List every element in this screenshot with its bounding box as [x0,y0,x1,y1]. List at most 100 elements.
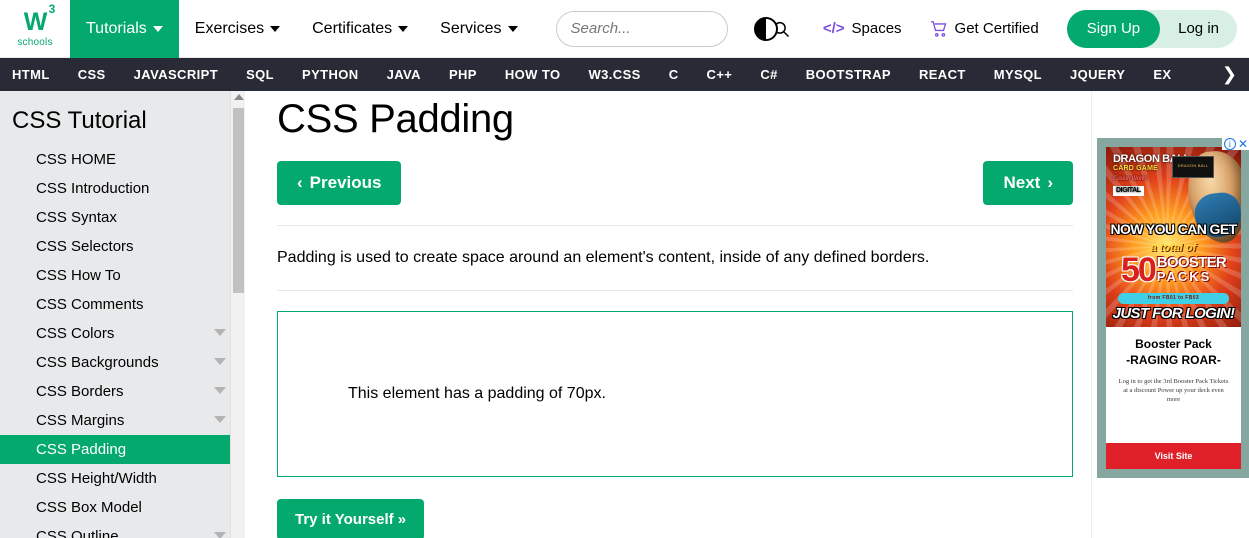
topic-nav-scroll-right-icon[interactable]: ❯ [1215,58,1243,91]
ad-logo-line4: DIGITAL [1113,186,1144,196]
previous-button[interactable]: ‹ Previous [277,161,402,205]
sidebar-item-label: CSS HOME [36,151,117,168]
sidebar-item-label: CSS Backgrounds [36,354,159,371]
sidebar-item-css-backgrounds[interactable]: CSS Backgrounds [0,348,240,377]
sidebar-item-label: CSS Height/Width [36,470,157,487]
sidebar-item-label: CSS Outline [36,528,119,538]
topic-excel[interactable]: EX [1139,58,1185,91]
sidebar-item-css-height-width[interactable]: CSS Height/Width [0,464,240,493]
sidebar-title: CSS Tutorial [12,107,147,134]
search-input[interactable] [570,20,772,37]
nav-item-certificates[interactable]: Certificates [296,0,424,58]
log-in-button[interactable]: Log in [1160,20,1237,37]
sidebar: CSS Tutorial CSS HOME CSS Introduction C… [0,91,240,538]
chevron-down-icon[interactable] [214,532,226,538]
scroll-up-arrow-icon[interactable] [234,94,244,100]
sidebar-scrollbar[interactable] [230,91,245,538]
chevron-down-icon[interactable] [214,358,226,365]
topic-cpp[interactable]: C++ [693,58,747,91]
chevron-down-icon [270,25,281,32]
topic-bootstrap[interactable]: BOOTSTRAP [792,58,905,91]
topic-w3css[interactable]: W3.CSS [574,58,654,91]
topic-php[interactable]: PHP [435,58,491,91]
ad-offer-text: BOOSTER PACKS [1157,255,1227,284]
sidebar-item-css-outline[interactable]: CSS Outline [0,522,240,538]
primary-nav: Tutorials Exercises Certificates Service… [70,0,534,58]
spaces-link[interactable]: </> Spaces [823,20,902,37]
shopping-cart-icon [930,20,946,37]
topic-java[interactable]: JAVA [373,58,435,91]
ad-visit-site-button[interactable]: Visit Site [1106,443,1241,469]
chevron-down-icon [398,25,409,32]
topic-css[interactable]: CSS [64,58,120,91]
topic-how-to[interactable]: HOW TO [491,58,575,91]
sidebar-item-css-comments[interactable]: CSS Comments [0,290,240,319]
sidebar-item-css-selectors[interactable]: CSS Selectors [0,232,240,261]
sidebar-item-css-how-to[interactable]: CSS How To [0,261,240,290]
w3schools-logo[interactable]: W3 schools [0,0,70,58]
site-header: W3 schools Tutorials Exercises Certifica… [0,0,1249,58]
prev-next-row: ‹ Previous Next › [277,161,1073,205]
advertisement-panel: i ✕ DRAGON BALL CARD GAME Fusion World D… [1091,91,1249,538]
get-certified-link[interactable]: Get Certified [930,20,1039,37]
adchoices-controls[interactable]: i ✕ [1221,138,1249,150]
sidebar-item-label: CSS Box Model [36,499,142,516]
chevron-down-icon[interactable] [214,387,226,394]
auth-buttons-group: Sign Up Log in [1066,9,1237,48]
nav-item-tutorials[interactable]: Tutorials [70,0,179,58]
topic-csharp[interactable]: C# [746,58,791,91]
topic-jquery[interactable]: JQUERY [1056,58,1139,91]
previous-button-label: Previous [309,173,382,192]
ad-offer-number: 50 [1120,251,1157,289]
nav-item-tutorials-label: Tutorials [86,19,147,37]
page-title: CSS Padding [277,97,514,141]
scrollbar-thumb[interactable] [233,108,244,293]
chevron-down-icon [152,25,163,32]
sign-up-button[interactable]: Sign Up [1066,9,1161,48]
sidebar-item-css-syntax[interactable]: CSS Syntax [0,203,240,232]
ad-body: Booster Pack -RAGING ROAR- Log in to get… [1106,327,1241,404]
topic-html[interactable]: HTML [0,58,64,91]
code-brackets-icon: </> [822,20,845,37]
ad-info-icon[interactable]: i [1223,138,1236,150]
search-container[interactable] [555,10,789,47]
ad-product-title: Booster Pack [1135,337,1212,351]
sidebar-item-css-padding[interactable]: CSS Padding [0,435,240,464]
try-it-yourself-button[interactable]: Try it Yourself » [277,499,425,538]
topic-react[interactable]: REACT [905,58,980,91]
ad-close-icon[interactable]: ✕ [1238,138,1248,150]
ad-badge: DRAGON BALL [1172,156,1214,178]
sidebar-item-css-colors[interactable]: CSS Colors [0,319,240,348]
sidebar-item-css-borders[interactable]: CSS Borders [0,377,240,406]
sidebar-item-css-home[interactable]: CSS HOME [0,145,240,174]
chevron-down-icon[interactable] [214,416,226,423]
sidebar-item-css-introduction[interactable]: CSS Introduction [0,174,240,203]
topic-python[interactable]: PYTHON [288,58,373,91]
padding-demo-text: This element has a padding of 70px. [348,385,606,402]
topic-mysql[interactable]: MYSQL [980,58,1056,91]
dark-mode-toggle[interactable] [753,16,778,41]
sidebar-item-label: CSS Comments [36,296,144,313]
chevron-down-icon[interactable] [214,329,226,336]
sidebar-item-label: CSS How To [36,267,121,284]
logo-letter: W [23,7,48,36]
divider-top [277,225,1073,226]
nav-item-services-label: Services [440,19,502,37]
chevron-down-icon [507,25,518,32]
w3schools-page: W3 schools Tutorials Exercises Certifica… [0,0,1249,538]
ad-hero-image: DRAGON BALL CARD GAME Fusion World DIGIT… [1106,147,1241,327]
sidebar-item-label: CSS Introduction [36,180,150,197]
sidebar-item-css-box-model[interactable]: CSS Box Model [0,493,240,522]
nav-item-exercises-label: Exercises [194,19,265,37]
sidebar-item-css-margins[interactable]: CSS Margins [0,406,240,435]
topic-sql[interactable]: SQL [232,58,288,91]
logo-superscript: 3 [48,1,56,16]
next-button[interactable]: Next › [983,161,1073,205]
ad-creative[interactable]: DRAGON BALL CARD GAME Fusion World DIGIT… [1106,147,1241,469]
ad-container[interactable]: i ✕ DRAGON BALL CARD GAME Fusion World D… [1097,138,1249,478]
sidebar-item-label: CSS Padding [36,441,127,458]
nav-item-services[interactable]: Services [424,0,533,58]
nav-item-exercises[interactable]: Exercises [179,0,296,58]
topic-javascript[interactable]: JAVASCRIPT [120,58,232,91]
topic-c[interactable]: C [655,58,693,91]
